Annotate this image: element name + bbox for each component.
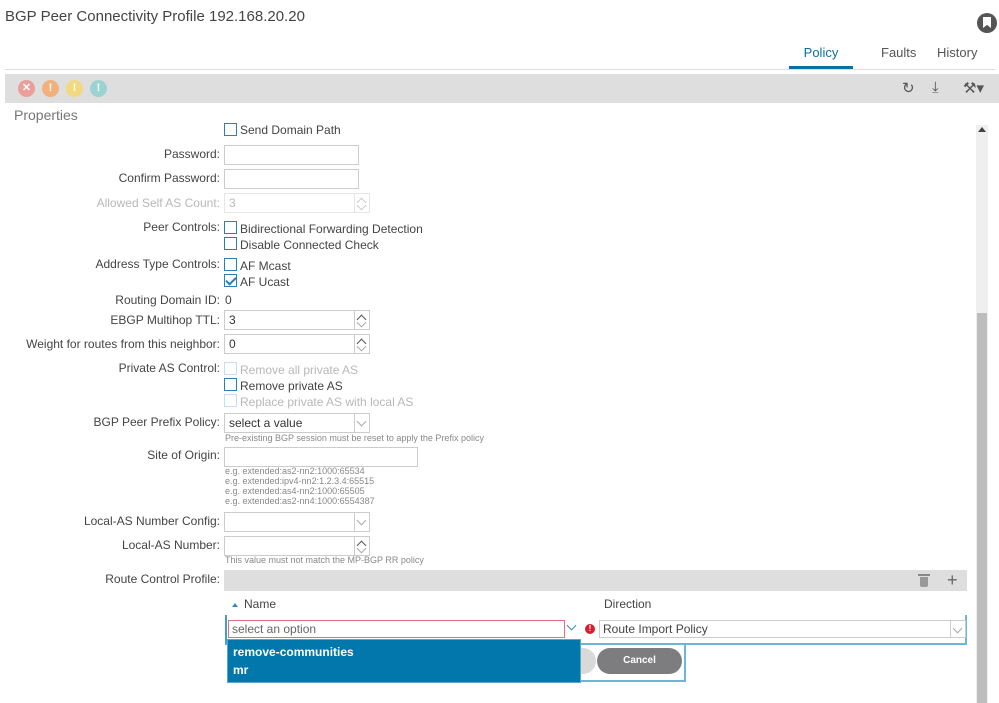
- remove-private-as-checkbox[interactable]: [224, 378, 237, 391]
- allowed-self-as-count-value: 3: [229, 196, 236, 210]
- site-of-origin-hint-1: e.g. extended:as2-nn2:1000:65534: [225, 466, 365, 476]
- column-header-name-label: Name: [244, 597, 277, 611]
- tab-policy[interactable]: Policy: [789, 45, 853, 69]
- af-mcast-checkbox[interactable]: [224, 258, 237, 271]
- dropdown-button[interactable]: [950, 621, 965, 637]
- confirm-password-field[interactable]: [224, 169, 359, 189]
- minor-fault-icon[interactable]: !: [66, 80, 83, 97]
- confirm-password-label: Confirm Password:: [118, 171, 220, 185]
- scrollbar[interactable]: [976, 125, 988, 703]
- major-fault-icon[interactable]: !: [42, 80, 59, 97]
- peer-controls-label: Peer Controls:: [143, 220, 220, 234]
- bgp-peer-prefix-policy-hint: Pre-existing BGP session must be reset t…: [225, 433, 484, 443]
- site-of-origin-label: Site of Origin:: [147, 448, 220, 462]
- local-as-number-label: Local-AS Number:: [121, 538, 220, 552]
- bfd-checkbox[interactable]: [224, 221, 237, 234]
- replace-private-as-checkbox: [224, 394, 237, 407]
- af-ucast-checkbox[interactable]: [224, 274, 237, 287]
- scroll-thumb[interactable]: [977, 313, 987, 703]
- bgp-peer-prefix-policy-label: BGP Peer Prefix Policy:: [93, 415, 221, 429]
- option-mr[interactable]: mr: [233, 663, 248, 677]
- critical-fault-icon[interactable]: ✕: [18, 80, 35, 97]
- stepper-arrows[interactable]: [354, 335, 369, 353]
- local-as-number-config-label: Local-AS Number Config:: [83, 514, 220, 528]
- private-as-control-label: Private AS Control:: [118, 361, 220, 375]
- error-icon: !: [585, 624, 595, 634]
- local-as-number-hint: This value must not match the MP-BGP RR …: [225, 555, 424, 565]
- direction-value: Route Import Policy: [603, 622, 708, 636]
- bgp-peer-prefix-policy-select[interactable]: select a value: [224, 413, 370, 433]
- refresh-icon[interactable]: ↻: [902, 79, 915, 97]
- replace-private-as-label: Replace private AS with local AS: [240, 395, 414, 409]
- site-of-origin-hint-3: e.g. extended:as4-nn2:1000:65505: [225, 486, 365, 496]
- password-label: Password:: [163, 147, 220, 161]
- name-options-list: remove-communities mr: [227, 639, 581, 683]
- stepper-arrows: [354, 194, 369, 212]
- tab-history[interactable]: History: [937, 45, 977, 69]
- route-control-profile-label: Route Control Profile:: [105, 572, 220, 586]
- disable-connected-check-label: Disable Connected Check: [240, 238, 379, 252]
- af-ucast-label: AF Ucast: [240, 275, 290, 289]
- cancel-button[interactable]: Cancel: [597, 648, 682, 674]
- local-as-number-stepper[interactable]: [224, 536, 370, 556]
- password-field[interactable]: [224, 145, 359, 165]
- local-as-number-config-select[interactable]: [224, 512, 370, 532]
- trash-icon[interactable]: [918, 573, 930, 587]
- sort-ascending-icon: [232, 602, 238, 607]
- trash-can: [920, 577, 928, 587]
- section-title: Properties: [14, 107, 78, 123]
- header-divider: [5, 69, 995, 70]
- site-of-origin-field[interactable]: [224, 447, 418, 467]
- download-icon[interactable]: ⤓: [932, 79, 939, 96]
- allowed-self-as-count-label: Allowed Self AS Count:: [96, 196, 220, 210]
- route-control-profile-toolbar: +: [224, 570, 967, 591]
- chevron-down-icon: [952, 623, 963, 634]
- remove-all-private-as-label: Remove all private AS: [240, 363, 359, 377]
- stepper-arrows[interactable]: [354, 311, 369, 329]
- column-header-name[interactable]: Name: [232, 597, 276, 611]
- ebgp-multihop-ttl-label: EBGP Multihop TTL:: [110, 313, 220, 327]
- dropdown-button[interactable]: [354, 513, 369, 531]
- address-type-controls-label: Address Type Controls:: [95, 257, 220, 271]
- direction-select[interactable]: Route Import Policy: [599, 620, 966, 638]
- stepper-arrows[interactable]: [354, 537, 369, 555]
- chevron-down-icon: [356, 515, 367, 526]
- disable-connected-check-checkbox[interactable]: [224, 237, 237, 250]
- tab-faults[interactable]: Faults: [881, 45, 916, 69]
- allowed-self-as-count-stepper: 3: [224, 193, 370, 213]
- weight-stepper[interactable]: 0: [224, 334, 370, 354]
- weight-value: 0: [229, 337, 236, 351]
- site-of-origin-hint-4: e.g. extended:as2-nn4:1000:6554387: [225, 496, 375, 506]
- send-domain-path-label: Send Domain Path: [240, 123, 341, 137]
- column-header-direction[interactable]: Direction: [604, 597, 651, 611]
- remove-all-private-as-checkbox: [224, 362, 237, 375]
- scroll-up-icon[interactable]: [978, 127, 986, 132]
- site-of-origin-hint-2: e.g. extended:ipv4-nn2:1.2.3.4:65515: [225, 476, 375, 486]
- warning-fault-icon[interactable]: !: [90, 80, 107, 97]
- plus-icon[interactable]: +: [947, 570, 958, 590]
- page-title: BGP Peer Connectivity Profile 192.168.20…: [5, 8, 305, 25]
- ebgp-multihop-ttl-stepper[interactable]: 3: [224, 310, 370, 330]
- toolbar: ✕ ! ! ! ↻ ⤓ ⚒▾: [5, 74, 999, 103]
- trash-lid: [918, 574, 930, 576]
- chevron-down-icon: [356, 416, 367, 427]
- ebgp-multihop-ttl-value: 3: [229, 313, 236, 327]
- routing-domain-id-label: Routing Domain ID:: [115, 293, 220, 307]
- dropdown-button[interactable]: [354, 414, 369, 432]
- send-domain-path-checkbox[interactable]: [224, 123, 237, 136]
- remove-private-as-label: Remove private AS: [240, 379, 343, 393]
- routing-domain-id-value: 0: [225, 293, 232, 307]
- tools-menu-icon[interactable]: ⚒▾: [963, 79, 984, 97]
- option-remove-communities[interactable]: remove-communities: [233, 645, 354, 659]
- af-mcast-label: AF Mcast: [240, 259, 291, 273]
- bookmark-icon[interactable]: [977, 13, 997, 33]
- weight-label: Weight for routes from this neighbor:: [26, 337, 220, 351]
- bfd-label: Bidirectional Forwarding Detection: [240, 222, 423, 236]
- name-select[interactable]: select an option: [228, 620, 565, 638]
- bgp-peer-prefix-policy-value: select a value: [229, 416, 303, 430]
